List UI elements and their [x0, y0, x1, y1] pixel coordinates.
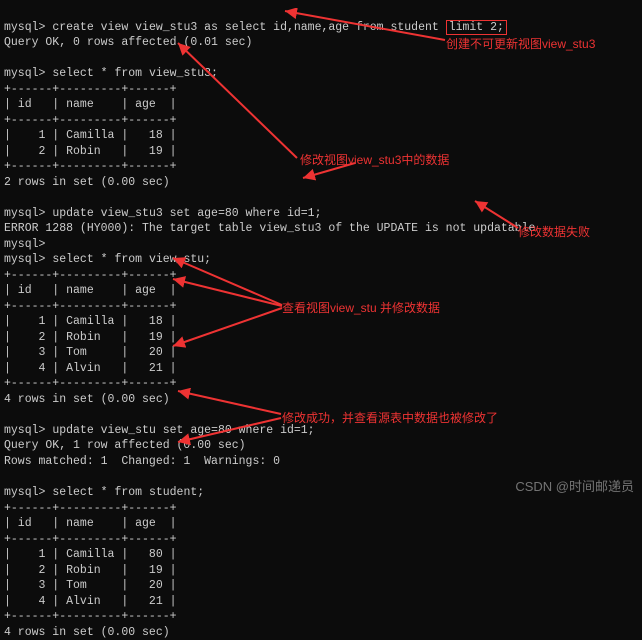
- limit-clause-highlight: limit 2;: [446, 20, 507, 35]
- table-sep: +------+---------+------+: [4, 610, 177, 623]
- table-row: | 2 | Robin | 19 |: [4, 331, 177, 344]
- table-sep: +------+---------+------+: [4, 502, 177, 515]
- table-sep: +------+---------+------+: [4, 377, 177, 390]
- table-sep: +------+---------+------+: [4, 269, 177, 282]
- cmd-select-stu3: select * from view_stu3;: [52, 67, 218, 80]
- table-sep: +------+---------+------+: [4, 300, 177, 313]
- table-row: | 4 | Alvin | 21 |: [4, 595, 177, 608]
- table-sep: +------+---------+------+: [4, 83, 177, 96]
- rows-count: 2 rows in set (0.00 sec): [4, 176, 170, 189]
- rows-count: 4 rows in set (0.00 sec): [4, 626, 170, 639]
- annotation-view-stu: 查看视图view_stu 并修改数据: [282, 300, 440, 316]
- terminal-output: mysql> create view view_stu3 as select i…: [4, 4, 638, 640]
- cmd-select-student: select * from student;: [52, 486, 204, 499]
- prompt: mysql>: [4, 424, 45, 437]
- response-ok: Query OK, 0 rows affected (0.01 sec): [4, 36, 252, 49]
- annotation-update-fail: 修改数据失败: [518, 224, 590, 240]
- prompt: mysql>: [4, 486, 45, 499]
- prompt: mysql>: [4, 238, 45, 251]
- error-1288: ERROR 1288 (HY000): The target table vie…: [4, 222, 535, 235]
- rows-matched: Rows matched: 1 Changed: 1 Warnings: 0: [4, 455, 280, 468]
- annotation-create-view: 创建不可更新视图view_stu3: [446, 36, 595, 52]
- table-header: | id | name | age |: [4, 98, 177, 111]
- response-ok: Query OK, 1 row affected (0.00 sec): [4, 439, 246, 452]
- table-row: | 1 | Camilla | 18 |: [4, 129, 177, 142]
- cmd-update-stu3: update view_stu3 set age=80 where id=1;: [52, 207, 321, 220]
- table-row: | 1 | Camilla | 18 |: [4, 315, 177, 328]
- table-row: | 3 | Tom | 20 |: [4, 346, 177, 359]
- prompt: mysql>: [4, 67, 45, 80]
- table-row: | 2 | Robin | 19 |: [4, 564, 177, 577]
- annotation-update-stu3: 修改视图view_stu3中的数据: [300, 152, 449, 168]
- annotation-success: 修改成功，并查看源表中数据也被修改了: [282, 410, 498, 426]
- prompt: mysql>: [4, 207, 45, 220]
- table-sep: +------+---------+------+: [4, 160, 177, 173]
- prompt: mysql>: [4, 253, 45, 266]
- rows-count: 4 rows in set (0.00 sec): [4, 393, 170, 406]
- cmd-select-stu: select * from view_stu;: [52, 253, 211, 266]
- watermark: CSDN @时间邮递员: [515, 478, 634, 496]
- table-row: | 1 | Camilla | 80 |: [4, 548, 177, 561]
- table-header: | id | name | age |: [4, 517, 177, 530]
- table-row: | 3 | Tom | 20 |: [4, 579, 177, 592]
- table-sep: +------+---------+------+: [4, 114, 177, 127]
- table-sep: +------+---------+------+: [4, 533, 177, 546]
- cmd-update-stu: update view_stu set age=80 where id=1;: [52, 424, 314, 437]
- cmd-create-view: create view view_stu3 as select id,name,…: [52, 21, 445, 34]
- prompt: mysql>: [4, 21, 45, 34]
- table-row: | 2 | Robin | 19 |: [4, 145, 177, 158]
- table-row: | 4 | Alvin | 21 |: [4, 362, 177, 375]
- table-header: | id | name | age |: [4, 284, 177, 297]
